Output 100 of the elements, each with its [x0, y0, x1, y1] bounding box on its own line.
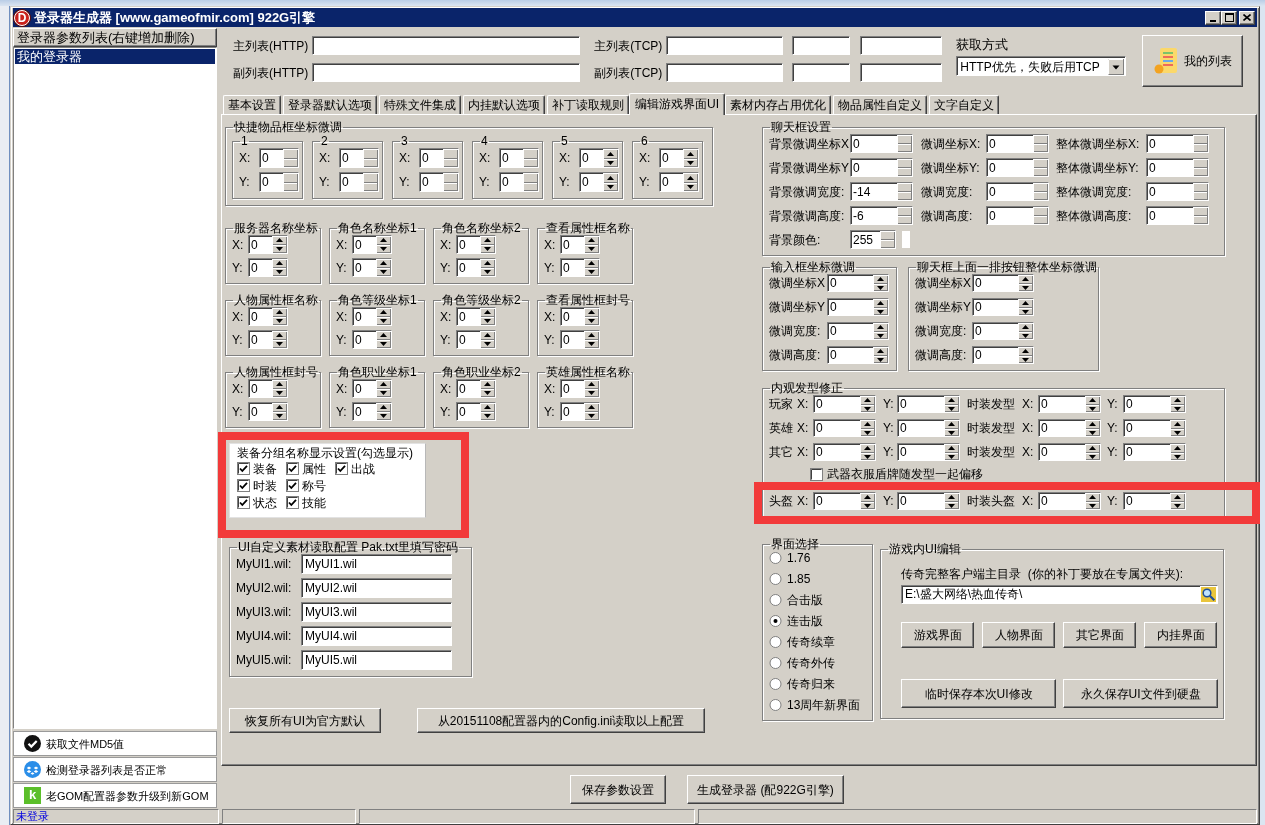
action-button[interactable]: 保存参数设置	[570, 775, 666, 804]
action-button[interactable]: 从20151108配置器内的Config.ini读取以上配置	[417, 708, 705, 733]
tab[interactable]: 补丁读取规则	[547, 95, 629, 114]
checkbox[interactable]	[237, 496, 250, 509]
field-label: X:	[544, 237, 557, 252]
radio-button[interactable]	[769, 594, 782, 606]
tab[interactable]: 内挂默认选项	[463, 95, 545, 114]
checkbox[interactable]	[237, 462, 250, 475]
text-field[interactable]	[860, 63, 943, 82]
text-field[interactable]: MyUI2.wil	[301, 578, 452, 598]
text-field[interactable]: MyUI3.wil	[301, 602, 452, 622]
action-button[interactable]: 人物界面	[982, 622, 1055, 648]
radio-label: 13周年新界面	[787, 698, 861, 712]
tab[interactable]: 特殊文件集成	[379, 95, 461, 114]
radio-button[interactable]	[769, 552, 782, 564]
address-field[interactable]	[666, 36, 784, 55]
field-label: 背景微调坐标Y	[769, 160, 850, 175]
group-title: 快捷物品框坐标微调	[233, 120, 343, 134]
radio-button[interactable]	[769, 657, 782, 669]
url-field[interactable]	[312, 63, 581, 82]
action-button[interactable]: 永久保存UI文件到硬盘	[1063, 679, 1218, 708]
my-list-button[interactable]: 我的列表	[1142, 35, 1244, 87]
dropdown[interactable]: HTTP优先，失败后用TCP	[956, 56, 1127, 76]
text-field[interactable]: MyUI4.wil	[301, 626, 452, 646]
field-label: Y:	[232, 404, 244, 419]
sidebar-action-button[interactable]: 获取文件MD5值	[13, 731, 217, 756]
group-title: 查看属性框封号	[545, 293, 631, 307]
field-label: Y:	[479, 175, 491, 189]
sidebar-action-button[interactable]: k 老GOM配置器参数升级到新GOM	[13, 783, 217, 808]
field-label: X:	[440, 381, 453, 396]
minimize-button[interactable]	[1205, 10, 1221, 25]
radio-button[interactable]	[769, 573, 782, 585]
group-title: 英雄属性框名称	[545, 365, 631, 379]
field-label: 背景颜色:	[769, 232, 822, 247]
text-field[interactable]: MyUI1.wil	[301, 554, 452, 574]
group-title: 服务器名称坐标	[233, 221, 319, 235]
action-button[interactable]: 生成登录器 (配922G引擎)	[687, 775, 844, 804]
action-button[interactable]: 临时保存本次UI修改	[901, 679, 1056, 708]
radio-label: 1.85	[787, 572, 811, 586]
radio-button[interactable]	[769, 636, 782, 648]
group-title: 人物属性框名称	[233, 293, 319, 307]
checkbox[interactable]	[286, 496, 299, 509]
field-label: 副列表(TCP)	[594, 65, 663, 80]
field-label: X:	[639, 151, 652, 165]
tab[interactable]: 登录器默认选项	[283, 95, 377, 114]
checkbox[interactable]	[286, 479, 299, 492]
checkbox[interactable]	[810, 467, 823, 481]
radio-button[interactable]	[769, 615, 782, 627]
field-label: Y:	[232, 260, 244, 275]
action-button[interactable]: 其它界面	[1063, 622, 1136, 648]
field-label: X:	[336, 381, 349, 396]
radio-label: 合击版	[787, 593, 823, 607]
tab[interactable]: 编辑游戏界面UI	[629, 93, 725, 115]
field-label: Y:	[319, 175, 331, 189]
list-item[interactable]: 我的登录器	[15, 49, 215, 64]
tab[interactable]: 文字自定义	[929, 95, 999, 114]
tab[interactable]: 物品属性自定义	[833, 95, 927, 114]
radio-label: 传奇归来	[787, 677, 835, 691]
row-label: 时装头盔	[967, 494, 1016, 508]
checkbox[interactable]	[237, 479, 250, 492]
window-title: 登录器生成器 [www.gameofmir.com] 922G引擎	[34, 9, 316, 26]
field-label: 微调高度:	[921, 208, 974, 223]
field-label: Y:	[559, 175, 571, 189]
checkbox[interactable]	[335, 462, 348, 475]
field-label: X:	[440, 309, 453, 324]
field-label: X:	[1022, 397, 1035, 411]
text-field[interactable]: MyUI5.wil	[301, 650, 452, 670]
field-label: Y:	[1107, 445, 1119, 459]
radio-button[interactable]	[769, 678, 782, 690]
action-button[interactable]: 恢复所有UI为官方默认	[229, 708, 381, 733]
port-field[interactable]	[792, 63, 851, 82]
group-title: 聊天框上面一排按钮整体坐标微调	[916, 260, 1098, 274]
field-label: Y:	[1107, 421, 1119, 435]
field-label: 微调坐标X:	[921, 136, 982, 151]
action-button[interactable]: 游戏界面	[901, 622, 974, 648]
action-button[interactable]: 内挂界面	[1144, 622, 1217, 648]
field-label: Y:	[544, 332, 556, 347]
maximize-icon	[1224, 13, 1234, 22]
checkbox[interactable]	[286, 462, 299, 475]
address-field[interactable]	[666, 63, 784, 82]
close-icon	[1243, 14, 1251, 21]
field-label: X:	[559, 151, 572, 165]
field-label: 副列表(HTTP)	[233, 65, 309, 80]
port-field[interactable]	[792, 36, 851, 55]
tab[interactable]: 素材内存占用优化	[725, 95, 831, 114]
color-swatch-icon	[902, 231, 910, 248]
radio-button[interactable]	[769, 699, 782, 711]
text-field[interactable]	[860, 36, 943, 55]
sidebar-action-button[interactable]: 检测登录器列表是否正常	[13, 757, 217, 782]
checkbox-label: 状态	[253, 495, 277, 510]
maximize-button[interactable]	[1221, 10, 1237, 25]
checkbox-label: 出战	[351, 461, 375, 476]
close-button[interactable]	[1239, 10, 1255, 25]
row-label: 玩家	[769, 397, 794, 411]
field-label: 微调坐标X	[769, 276, 826, 290]
checkbox-label: 称号	[302, 478, 326, 493]
url-field[interactable]	[312, 36, 581, 55]
app-logo: k	[24, 787, 41, 804]
field-label: 主列表(HTTP)	[233, 38, 309, 53]
tab[interactable]: 基本设置	[223, 95, 281, 114]
